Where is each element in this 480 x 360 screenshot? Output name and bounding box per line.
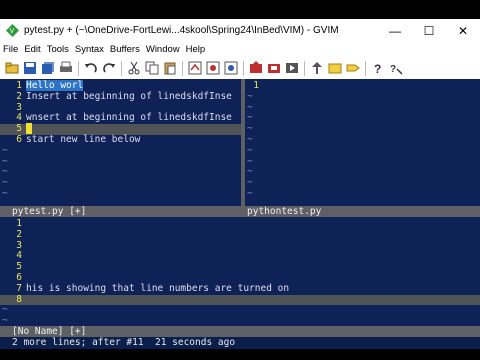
undo-icon[interactable] — [83, 60, 99, 76]
text-cursor — [26, 123, 32, 135]
empty-line-marker: ~ — [247, 101, 253, 113]
empty-line-marker: ~ — [247, 188, 253, 199]
make-icon[interactable] — [309, 60, 325, 76]
line-text: start new line below — [26, 134, 141, 145]
line-number: 2 — [16, 90, 22, 102]
redo-icon[interactable] — [101, 60, 117, 76]
line-number: 6 — [16, 272, 22, 283]
bottom-window[interactable]: 1 2 3 4 5 6 7 his is showing that line nu… — [0, 217, 480, 326]
run-script-icon[interactable] — [284, 60, 300, 76]
cut-icon[interactable] — [126, 60, 142, 76]
line-text: Hello worl — [26, 80, 84, 91]
empty-line-marker: ~ — [247, 112, 253, 124]
code-line[interactable]: 2 — [0, 228, 480, 241]
toolbar-separator — [78, 60, 79, 76]
line-text: wnsert at beginning of linedskdfInse — [26, 112, 232, 124]
empty-line-marker: ~ — [247, 177, 253, 189]
menu-window[interactable]: Window — [143, 44, 183, 55]
svg-text:V: V — [9, 28, 14, 35]
line-number: 4 — [16, 250, 22, 262]
line-text: his is showing that line numbers are tur… — [26, 282, 290, 294]
empty-line-marker: ~ — [2, 144, 8, 156]
line-number: 5 — [16, 261, 22, 273]
empty-line-marker: ~ — [247, 123, 253, 135]
toolbar-separator — [121, 60, 122, 76]
copy-icon[interactable] — [144, 60, 160, 76]
find-prev-icon[interactable] — [223, 60, 239, 76]
empty-line-marker: ~ — [2, 177, 8, 189]
line-number: 5 — [16, 123, 22, 135]
toolbar-separator — [243, 60, 244, 76]
code-line[interactable]: 6 start new line below — [0, 134, 241, 146]
menu-syntax[interactable]: Syntax — [72, 44, 107, 55]
code-line[interactable]: 5 — [0, 261, 480, 273]
line-number: 3 — [16, 101, 22, 113]
code-line[interactable]: 2 Insert at beginning of linedskdfInse — [0, 90, 241, 103]
find-help-icon[interactable]: ? — [388, 60, 404, 76]
line-number: 1 — [16, 218, 22, 229]
toolbar-separator — [304, 60, 305, 76]
empty-line-marker: ~ — [2, 155, 8, 167]
code-line[interactable]: 4 wnsert at beginning of linedskdfInse — [0, 112, 241, 124]
code-line[interactable]: 7 his is showing that line numbers are tu… — [0, 282, 480, 295]
menu-buffers[interactable]: Buffers — [107, 44, 143, 55]
save-icon[interactable] — [22, 60, 38, 76]
command-line-message[interactable]: 2 more lines; after #11 21 seconds ago — [0, 337, 480, 349]
code-line[interactable]: 1 — [0, 218, 480, 230]
save-all-icon[interactable] — [40, 60, 56, 76]
menu-file[interactable]: File — [0, 44, 21, 55]
svg-text:?: ? — [374, 62, 381, 75]
close-button[interactable]: ✕ — [446, 19, 480, 42]
toolbar-separator — [365, 60, 366, 76]
top-right-window[interactable]: 1 ~ ~ ~ ~ ~ ~ ~ ~ ~ ~ — [245, 79, 480, 206]
menu-help[interactable]: Help — [183, 44, 209, 55]
gvim-app-icon: V — [5, 24, 19, 38]
empty-line-marker: ~ — [2, 304, 8, 316]
editor-area: 1 Hello worl 2 Insert at beginning of line… — [0, 79, 480, 349]
replace-icon[interactable] — [187, 60, 203, 76]
shell-icon[interactable] — [327, 60, 343, 76]
empty-line-marker: ~ — [2, 188, 8, 199]
line-number: 7 — [16, 282, 22, 294]
status-line-no-name[interactable]: [No Name] [+] — [0, 326, 480, 337]
current-code-line[interactable]: 8 — [0, 294, 480, 306]
menu-tools[interactable]: Tools — [44, 44, 72, 55]
help-icon[interactable]: ? — [370, 60, 386, 76]
gvim-window: V pytest.py + (~\OneDrive-FortLewi...4sk… — [0, 19, 480, 349]
load-session-icon[interactable] — [248, 60, 264, 76]
menu-edit[interactable]: Edit — [21, 44, 43, 55]
print-icon[interactable] — [58, 60, 74, 76]
maximize-button[interactable]: ☐ — [412, 19, 446, 42]
status-line-pythontest[interactable]: pythontest.py — [245, 206, 480, 217]
open-file-icon[interactable] — [4, 60, 20, 76]
code-line[interactable]: 3 — [0, 239, 480, 252]
code-line[interactable]: 4 — [0, 251, 480, 262]
toolbar: ? ? — [0, 57, 480, 79]
svg-text:?: ? — [390, 64, 396, 75]
window-title: pytest.py + (~\OneDrive-FortLewi...4skoo… — [24, 25, 339, 36]
empty-line-marker: ~ — [2, 315, 8, 326]
toolbar-separator — [182, 60, 183, 76]
empty-line-marker: ~ — [247, 166, 253, 178]
find-next-icon[interactable] — [205, 60, 221, 76]
menu-bar: File Edit Tools Syntax Buffers Window He… — [0, 42, 480, 57]
line-text: Insert at beginning of linedskdfInse — [26, 90, 232, 102]
line-number: 1 — [16, 80, 22, 91]
tags-icon[interactable] — [345, 60, 361, 76]
line-number: 2 — [16, 228, 22, 240]
empty-line-marker: ~ — [247, 90, 253, 102]
line-number: 3 — [16, 239, 22, 251]
top-left-window[interactable]: 1 Hello worl 2 Insert at beginning of line… — [0, 79, 241, 206]
empty-line-marker: ~ — [247, 144, 253, 156]
title-bar[interactable]: V pytest.py + (~\OneDrive-FortLewi...4sk… — [0, 19, 480, 42]
empty-line-marker: ~ — [2, 166, 8, 178]
status-line-pytest[interactable]: pytest.py [+] — [0, 206, 241, 217]
save-session-icon[interactable] — [266, 60, 282, 76]
paste-icon[interactable] — [162, 60, 178, 76]
code-line[interactable]: 1 — [245, 80, 480, 92]
minimize-button[interactable]: — — [378, 19, 412, 42]
empty-line-marker: ~ — [247, 155, 253, 167]
line-number: 4 — [16, 112, 22, 124]
empty-line-marker: ~ — [247, 134, 253, 145]
